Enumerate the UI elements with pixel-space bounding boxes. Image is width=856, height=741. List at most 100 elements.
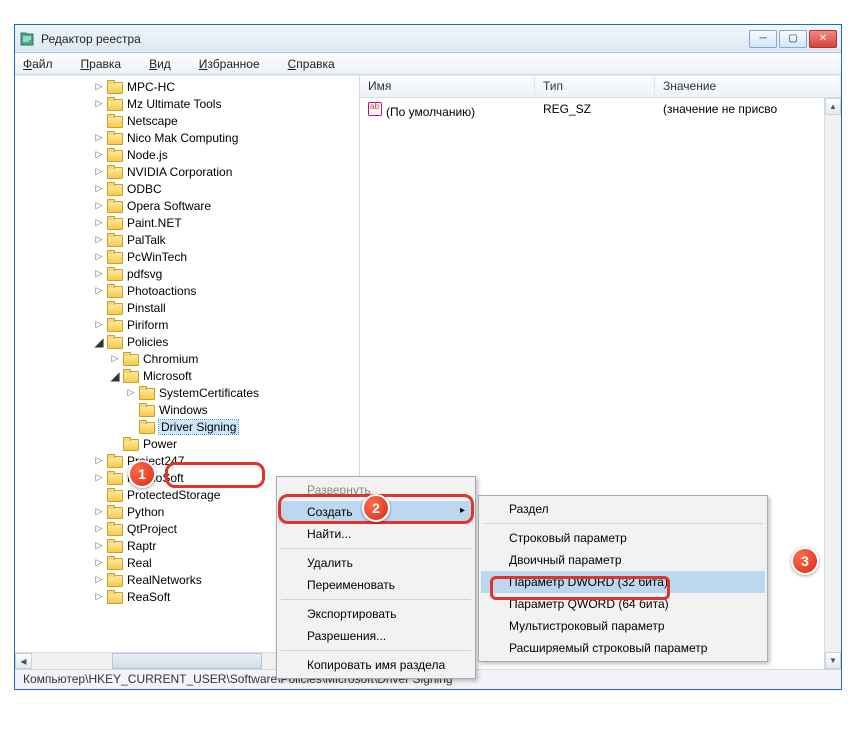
expand-icon[interactable]: ▷ [93,234,105,246]
expand-icon[interactable]: ▷ [93,183,105,195]
tree-label: RealNetworks [127,573,202,587]
separator [281,548,471,549]
ctx-copy-keyname[interactable]: Копировать имя раздела [279,654,473,676]
folder-icon [107,148,123,161]
expand-icon[interactable]: ▷ [93,472,105,484]
tree-scroll-thumb[interactable] [112,653,262,669]
tree-node[interactable]: ▷MPC-HC [21,78,359,95]
tree-node[interactable]: ▷ Node.js [21,146,359,163]
tree-label: Node.js [127,148,168,162]
expand-icon[interactable] [93,489,105,501]
tree-node[interactable]: ▷SystemCertificates [21,384,359,401]
expand-icon[interactable] [125,421,137,433]
tree-node[interactable]: ▷pdfsvg [21,265,359,282]
expand-icon[interactable]: ▷ [109,353,121,365]
tree-node[interactable]: ▷PalTalk [21,231,359,248]
tree-node[interactable]: Windows [21,401,359,418]
folder-icon [107,335,123,348]
expand-icon[interactable]: ▷ [93,81,105,93]
expand-icon[interactable] [109,438,121,450]
tree-node[interactable]: ▷Opera Software [21,197,359,214]
tree-label: Nico Mak Computing [127,131,238,145]
ctx-find[interactable]: Найти... [279,523,473,545]
expand-icon[interactable]: ▷ [93,200,105,212]
tree-node[interactable]: Netscape [21,112,359,129]
tree-node[interactable]: Driver Signing [21,418,359,435]
scroll-up-icon[interactable]: ▲ [825,98,841,115]
tree-node[interactable]: Pinstall [21,299,359,316]
folder-icon [107,216,123,229]
expand-icon[interactable]: ▷ [93,132,105,144]
folder-icon [107,522,123,535]
ctx-delete[interactable]: Удалить [279,552,473,574]
tree-node[interactable]: ◢ Microsoft [21,367,359,384]
expand-icon[interactable]: ▷ [93,166,105,178]
close-button[interactable]: ✕ [809,30,837,48]
tree-node[interactable]: ▷Chromium [21,350,359,367]
create-qword[interactable]: Параметр QWORD (64 бита) [481,593,765,615]
menu-file[interactable]: Файл [23,57,67,71]
ctx-export[interactable]: Экспортировать [279,603,473,625]
list-row[interactable]: (По умолчанию) REG_SZ (значение не присв… [360,98,841,123]
expand-icon[interactable]: ▷ [93,557,105,569]
expand-icon[interactable]: ◢ [109,370,121,382]
column-value[interactable]: Значение [655,76,841,97]
create-dword[interactable]: Параметр DWORD (32 бита) [481,571,765,593]
expand-icon[interactable]: ▷ [93,217,105,229]
expand-icon[interactable] [93,115,105,127]
expand-icon[interactable]: ▷ [93,319,105,331]
tree-label: Netscape [127,114,178,128]
expand-icon[interactable] [125,404,137,416]
expand-icon[interactable]: ◢ [93,336,105,348]
value-data: (значение не присво [655,100,841,121]
menu-help[interactable]: Справка [288,57,349,71]
tree-node[interactable]: ▷ODBC [21,180,359,197]
expand-icon[interactable]: ▷ [93,523,105,535]
tree-node[interactable]: ▷Mz Ultimate Tools [21,95,359,112]
tree-node[interactable]: ▷Paint.NET [21,214,359,231]
expand-icon[interactable]: ▷ [125,387,137,399]
titlebar[interactable]: Редактор реестра ─ ▢ ✕ [15,25,841,53]
menu-edit[interactable]: Правка [81,57,136,71]
expand-icon[interactable]: ▷ [93,506,105,518]
tree-node[interactable]: ▷NVIDIA Corporation [21,163,359,180]
expand-icon[interactable]: ▷ [93,455,105,467]
expand-icon[interactable]: ▷ [93,149,105,161]
expand-icon[interactable] [93,302,105,314]
minimize-button[interactable]: ─ [749,30,777,48]
create-binary[interactable]: Двоичный параметр [481,549,765,571]
menu-view[interactable]: Вид [149,57,185,71]
folder-icon [123,369,139,382]
ctx-rename[interactable]: Переименовать [279,574,473,596]
ctx-permissions[interactable]: Разрешения... [279,625,473,647]
tree-node[interactable]: ▷PcWinTech [21,248,359,265]
expand-icon[interactable]: ▷ [93,574,105,586]
maximize-button[interactable]: ▢ [779,30,807,48]
tree-node[interactable]: ▷ Nico Mak Computing [21,129,359,146]
tree-node[interactable]: Power [21,435,359,452]
scroll-down-icon[interactable]: ▼ [825,652,841,669]
tree-node[interactable]: ▷ Photoactions [21,282,359,299]
tree-node[interactable]: ▷Piriform [21,316,359,333]
create-multistring[interactable]: Мультистроковый параметр [481,615,765,637]
column-type[interactable]: Тип [535,76,655,97]
tree-scroll-left[interactable]: ◀ [15,653,32,669]
folder-icon [107,505,123,518]
create-expandstring[interactable]: Расширяемый строковый параметр [481,637,765,659]
menu-favorites[interactable]: Избранное [199,57,274,71]
expand-icon[interactable]: ▷ [93,251,105,263]
tree-node[interactable]: ◢Policies [21,333,359,350]
create-string[interactable]: Строковый параметр [481,527,765,549]
column-name[interactable]: Имя [360,76,535,97]
expand-icon[interactable]: ▷ [93,268,105,280]
expand-icon[interactable]: ▷ [93,540,105,552]
create-key[interactable]: Раздел [481,498,765,520]
tree-node[interactable]: ▷Project247 [21,452,359,469]
tree-label: Photoactions [127,284,196,298]
folder-icon [107,590,123,603]
tree-label: Microsoft [143,369,192,383]
expand-icon[interactable]: ▷ [93,591,105,603]
expand-icon[interactable]: ▷ [93,98,105,110]
values-vscrollbar[interactable]: ▲ ▼ [824,98,841,669]
expand-icon[interactable]: ▷ [93,285,105,297]
